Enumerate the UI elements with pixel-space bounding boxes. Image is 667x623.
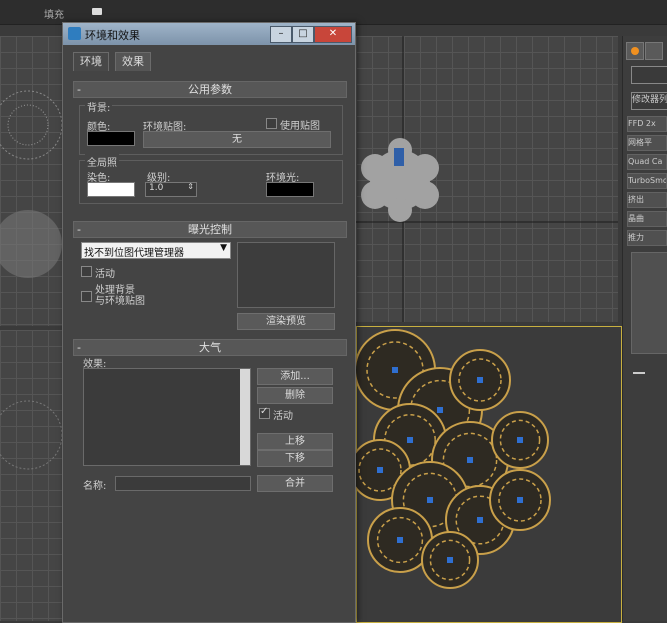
delete-effect-button[interactable]: 删除 [257, 387, 333, 404]
rollout-exposure-control[interactable]: - 曝光控制 [73, 221, 347, 238]
add-effect-button[interactable]: 添加... [257, 368, 333, 385]
ambient-color-swatch[interactable] [266, 182, 314, 197]
move-down-button[interactable]: 下移 [257, 450, 333, 467]
exposure-active-checkbox[interactable] [81, 266, 92, 277]
use-map-checkbox[interactable] [266, 118, 277, 129]
collapse-icon: - [77, 223, 81, 236]
exposure-preview-area [237, 242, 335, 308]
level-value: 1.0 [149, 183, 164, 193]
hex-cell-highlight [477, 377, 483, 383]
merge-button[interactable]: 合并 [257, 475, 333, 492]
exposure-select[interactable]: 找不到位图代理管理器 ▼ [81, 242, 231, 259]
tab-environment[interactable]: 环境 [73, 52, 109, 71]
tint-color-swatch[interactable] [87, 182, 135, 197]
global-lighting-label: 全局照 [85, 154, 119, 169]
background-group-label: 背景: [85, 99, 113, 114]
collapse-icon: - [77, 83, 81, 96]
atmosphere-active-label: 活动 [273, 411, 293, 422]
list-scrollbar[interactable] [240, 369, 250, 465]
chevron-down-icon: ▼ [220, 243, 227, 253]
background-color-swatch[interactable] [87, 131, 135, 146]
maximize-button[interactable]: □ [292, 26, 314, 43]
dialog-title: 环境和效果 [85, 29, 140, 42]
minimize-button[interactable]: – [270, 26, 292, 43]
environment-effects-dialog: 环境和效果 – □ ✕ 环境 效果 - 公用参数 背景: 颜色: 环境贴图: 使… [62, 22, 356, 623]
rollout-common-parameters[interactable]: - 公用参数 [73, 81, 347, 98]
hex-cell-highlight [427, 497, 433, 503]
hex-cell-highlight [407, 437, 413, 443]
atmosphere-active-checkbox[interactable]: ✓ [259, 406, 270, 419]
hex-cell-highlight [447, 557, 453, 563]
rollout-title: 公用参数 [188, 83, 232, 96]
hex-cell-highlight [437, 407, 443, 413]
hex-spheres [349, 329, 551, 589]
hex-cell-highlight [467, 457, 473, 463]
close-button[interactable]: ✕ [314, 26, 352, 43]
level-spinner[interactable]: 1.0 ⇕ [145, 182, 197, 197]
effect-name-field[interactable] [115, 476, 251, 491]
tab-effects[interactable]: 效果 [115, 52, 151, 71]
effects-list[interactable] [83, 368, 251, 466]
use-map-label: 使用贴图 [280, 121, 320, 132]
exposure-active-label: 活动 [95, 269, 115, 280]
env-map-none-button[interactable]: 无 [143, 131, 331, 148]
hex-cell-highlight [397, 537, 403, 543]
process-background-label-2: 与环境贴图 [95, 296, 145, 307]
collapse-icon: - [77, 341, 81, 354]
move-up-button[interactable]: 上移 [257, 433, 333, 450]
rollout-atmosphere[interactable]: - 大气 [73, 339, 347, 356]
rollout-title: 大气 [199, 341, 221, 354]
app-icon [68, 27, 81, 40]
rollout-title: 曝光控制 [188, 223, 232, 236]
hex-cell-highlight [377, 467, 383, 473]
hex-cell-highlight [517, 497, 523, 503]
process-background-checkbox[interactable] [81, 291, 92, 302]
name-label: 名称: [83, 481, 107, 492]
dialog-titlebar[interactable]: 环境和效果 – □ ✕ [63, 23, 355, 45]
hex-cell-highlight [477, 517, 483, 523]
hex-cell-highlight [517, 437, 523, 443]
hex-cell-highlight [392, 367, 398, 373]
spinner-arrows-icon: ⇕ [187, 182, 194, 191]
exposure-select-value: 找不到位图代理管理器 [84, 248, 184, 259]
render-preview-button[interactable]: 渲染预览 [237, 313, 335, 330]
